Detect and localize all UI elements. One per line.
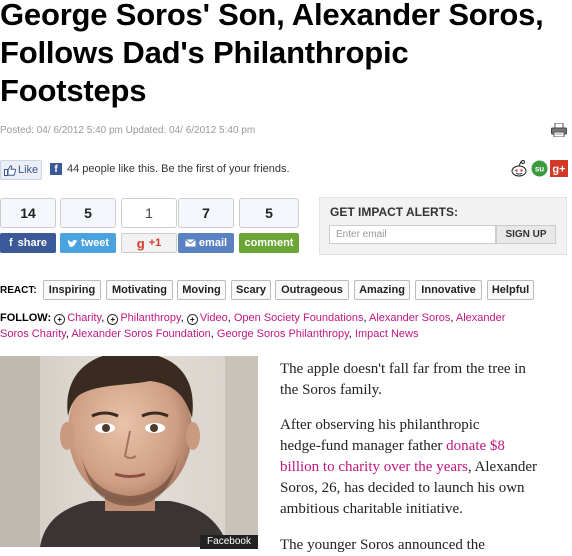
tag-text-part-1: Alexander bbox=[455, 312, 506, 324]
article-paragraph-2: After observing his philanthropic hedge-… bbox=[280, 415, 570, 520]
tag-george-soros-philanthropy[interactable]: George Soros Philanthropy bbox=[217, 328, 349, 340]
react-button-amazing[interactable]: Amazing bbox=[354, 280, 410, 300]
tag-open-society-foundations[interactable]: Open Society Foundations bbox=[234, 312, 364, 324]
follow-topic-video[interactable]: Video bbox=[200, 312, 228, 324]
donate-link-part-2: billion to charity over the years bbox=[280, 459, 468, 475]
email-share-count: 7 bbox=[178, 198, 234, 228]
p1-line-2: the Soros family. bbox=[280, 382, 382, 398]
comment-count: 5 bbox=[239, 198, 299, 228]
twitter-share-label: tweet bbox=[80, 237, 110, 249]
facebook-share-button[interactable]: f share bbox=[0, 233, 56, 253]
follow-plus-icon[interactable]: + bbox=[107, 314, 119, 325]
headline-line-1: George Soros' Son, Alexander Soros, bbox=[0, 0, 544, 32]
p1-line-1: The apple doesn't fall far from the tree… bbox=[280, 361, 526, 377]
react-button-innovative[interactable]: Innovative bbox=[415, 280, 482, 300]
p2-line-2: hedge-fund manager father bbox=[280, 438, 447, 454]
facebook-like-count: f 44 people like this. Be the first of y… bbox=[50, 163, 290, 175]
svg-text:su: su bbox=[535, 165, 544, 174]
envelope-icon bbox=[185, 239, 196, 247]
tag-text-part-2: Soros Charity bbox=[0, 328, 66, 340]
facebook-like-label: Like bbox=[18, 164, 39, 176]
email-share: 7 email bbox=[178, 198, 234, 256]
facebook-share: 14 f share bbox=[0, 198, 56, 256]
sign-up-button[interactable]: SIGN UP bbox=[496, 225, 556, 244]
email-share-label: email bbox=[198, 237, 228, 249]
facebook-icon: f bbox=[50, 163, 62, 175]
email-input[interactable]: Enter email bbox=[329, 225, 496, 244]
tag-impact-news[interactable]: Impact News bbox=[355, 328, 419, 340]
p3-line-1: The younger Soros announced the bbox=[280, 537, 485, 553]
post-timestamp: Posted: 04/ 6/2012 5:40 pm Updated: 04/ … bbox=[0, 125, 256, 136]
email-share-button[interactable]: email bbox=[178, 233, 234, 253]
headline-line-2: Follows Dad's Philanthropic bbox=[0, 35, 409, 70]
stumbleupon-icon[interactable]: su bbox=[531, 160, 548, 182]
impact-alerts-title: GET IMPACT ALERTS: bbox=[330, 205, 458, 219]
comment-share: 5 comment bbox=[239, 198, 299, 256]
p2-line-4: Soros, 26, has decided to launch his own bbox=[280, 480, 525, 496]
google-g-icon: g bbox=[136, 235, 145, 251]
p2-line-3: , Alexander bbox=[467, 459, 537, 475]
tag-alexander-soros-foundation[interactable]: Alexander Soros Foundation bbox=[71, 328, 210, 340]
google-plus-label: +1 bbox=[148, 237, 162, 249]
google-plus-share: 1 g +1 bbox=[121, 198, 177, 256]
facebook-like-button[interactable]: Like bbox=[0, 160, 42, 180]
react-button-moving[interactable]: Moving bbox=[177, 280, 226, 300]
react-button-helpful[interactable]: Helpful bbox=[487, 280, 534, 300]
headline-line-3: Footsteps bbox=[0, 73, 147, 108]
twitter-share: 5 tweet bbox=[60, 198, 116, 256]
impact-alerts-box: GET IMPACT ALERTS: Enter email SIGN UP bbox=[319, 197, 567, 255]
p2-line-5: ambitious charitable initiative. bbox=[280, 501, 463, 517]
twitter-share-count: 5 bbox=[60, 198, 116, 228]
article-photo bbox=[0, 356, 258, 547]
react-button-outrageous[interactable]: Outrageous bbox=[275, 280, 349, 300]
follow-plus-icon[interactable]: + bbox=[186, 314, 198, 325]
facebook-like-text: 44 people like this. Be the first of you… bbox=[67, 163, 290, 175]
article-paragraph-3: The younger Soros announced the bbox=[280, 535, 570, 556]
headline: George Soros' Son, Alexander Soros, Foll… bbox=[0, 0, 572, 110]
react-button-scary[interactable]: Scary bbox=[231, 280, 271, 300]
article-paragraph-1: The apple doesn't fall far from the tree… bbox=[280, 359, 570, 401]
donate-link-part-1: donate $8 bbox=[446, 438, 505, 454]
google-plus-button[interactable]: g +1 bbox=[121, 233, 177, 253]
twitter-share-button[interactable]: tweet bbox=[60, 233, 116, 253]
google-plus-count: 1 bbox=[121, 198, 177, 228]
print-icon[interactable] bbox=[551, 122, 567, 138]
facebook-share-label: share bbox=[17, 237, 48, 249]
p2-line-1: After observing his philanthropic bbox=[280, 417, 480, 433]
follow-topic-philanthropy[interactable]: Philanthropy bbox=[120, 312, 180, 324]
svg-text:g+: g+ bbox=[552, 164, 565, 176]
follow-tags: FOLLOW: + Charity, + Philanthropy, + Video,… bbox=[0, 312, 506, 340]
reddit-icon[interactable] bbox=[510, 160, 528, 183]
comment-button[interactable]: comment bbox=[239, 233, 299, 253]
react-label: REACT: bbox=[0, 285, 37, 296]
google-plus-icon[interactable]: g+ bbox=[550, 160, 568, 182]
facebook-share-count: 14 bbox=[0, 198, 56, 228]
react-button-motivating[interactable]: Motivating bbox=[106, 280, 173, 300]
follow-label: FOLLOW: bbox=[0, 312, 52, 324]
follow-plus-icon[interactable]: + bbox=[54, 314, 66, 325]
comment-label: comment bbox=[244, 237, 294, 249]
tag-alexander-soros[interactable]: Alexander Soros bbox=[369, 312, 450, 324]
follow-topic-charity[interactable]: Charity bbox=[67, 312, 101, 324]
react-button-inspiring[interactable]: Inspiring bbox=[43, 280, 101, 300]
facebook-icon: f bbox=[8, 237, 13, 249]
twitter-bird-icon bbox=[67, 239, 78, 247]
thumbs-up-icon bbox=[4, 164, 16, 176]
